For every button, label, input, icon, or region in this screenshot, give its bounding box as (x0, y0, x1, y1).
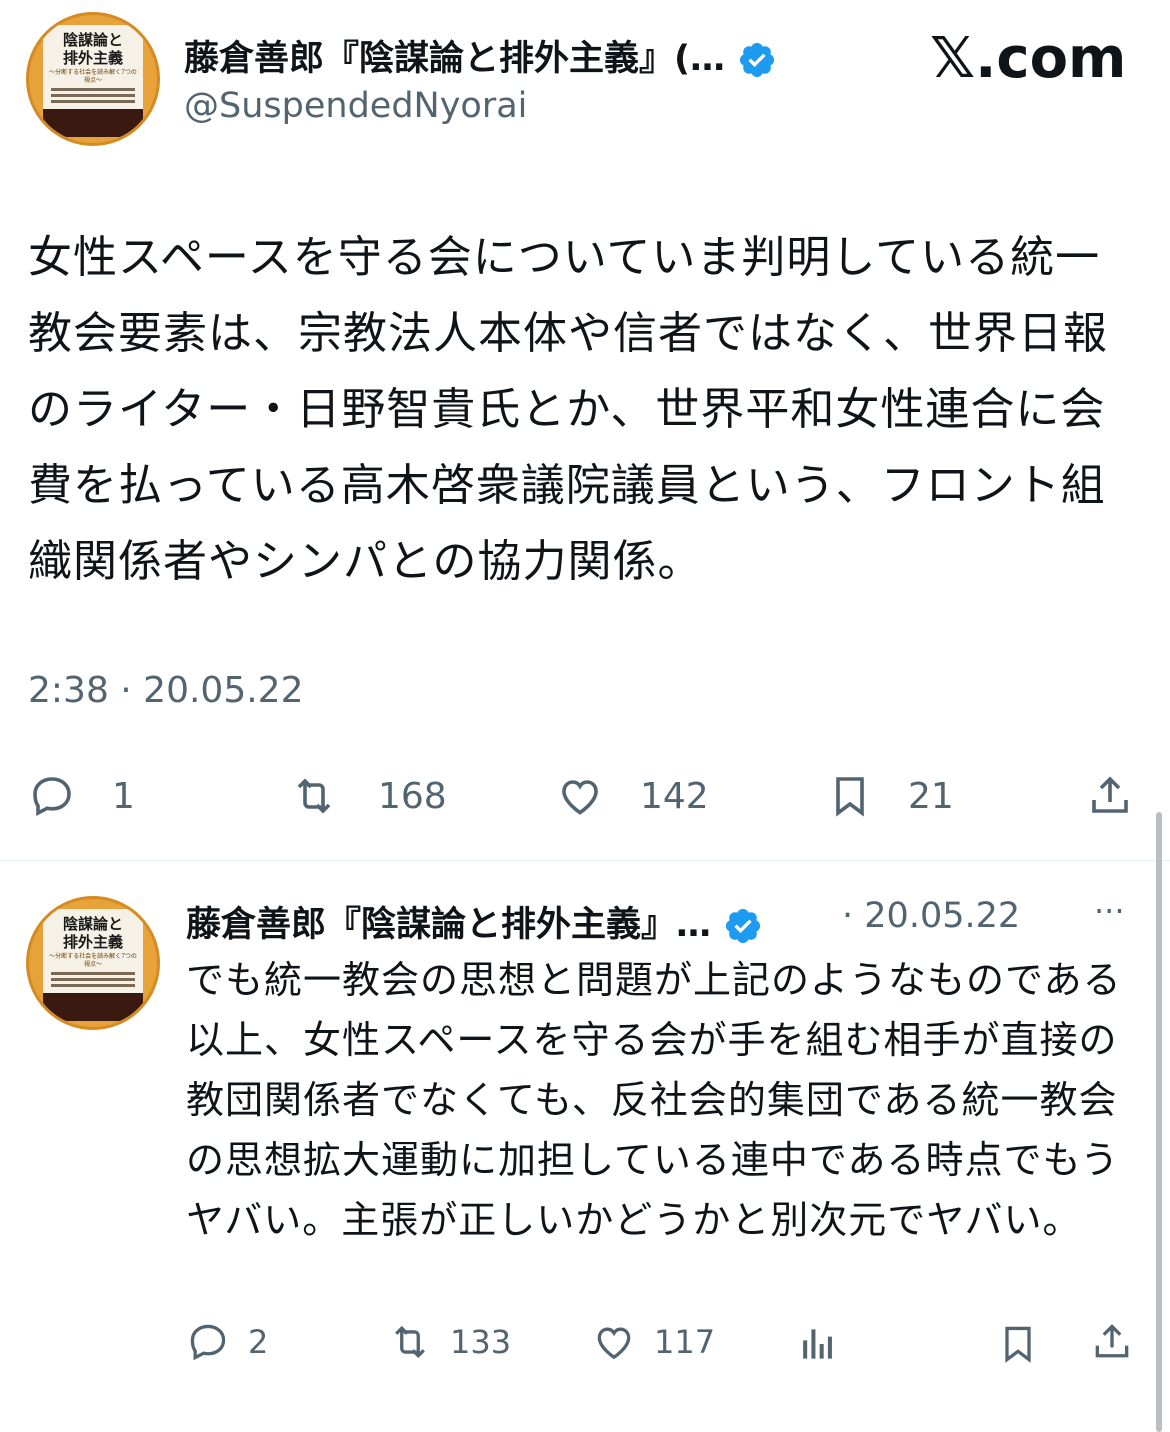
heart-icon (562, 780, 598, 815)
reply-share-button[interactable] (1090, 1320, 1134, 1364)
like-count: 142 (640, 775, 709, 817)
reply-like-count: 117 (654, 1323, 716, 1361)
share-icon (1095, 1324, 1129, 1358)
share-icon (1092, 776, 1128, 813)
cover-title-line1: 陰謀論と (62, 31, 123, 49)
reply-text: でも統一教会の思想と問題が上記のようなものである以上、女性スペースを守る会が手を… (186, 958, 1122, 1242)
reply-reply-button[interactable]: 2 (186, 1320, 268, 1364)
repost-count: 168 (378, 775, 447, 817)
author-name-text: 藤倉善郎『陰謀論と排外主義』(… (184, 39, 725, 79)
author-avatar[interactable]: 陰謀論と 排外主義 〜分断する社会を読み解く7つの視点〜 (26, 12, 160, 146)
cover-title-line2: 排外主義 (62, 933, 123, 951)
reply-repost-button[interactable]: 133 (388, 1320, 511, 1364)
reply-views-button[interactable] (796, 1322, 840, 1366)
reply-author-name[interactable]: 藤倉善郎『陰謀論と排外主義』… (186, 896, 763, 947)
share-button[interactable] (1086, 772, 1134, 820)
reply-bookmark-button[interactable] (996, 1322, 1040, 1366)
cover-bottom-band (43, 109, 143, 137)
tweet-text: 女性スペースを守る会についていま判明している統一教会要素は、宗教法人本体や信者で… (28, 232, 1108, 587)
reply-author-name-text: 藤倉善郎『陰謀論と排外主義』… (186, 905, 712, 945)
reply-icon (190, 1324, 226, 1361)
reply-repost-count: 133 (450, 1323, 512, 1361)
analytics-icon (803, 1329, 832, 1359)
reply-button[interactable]: 1 (28, 772, 135, 820)
reply-like-button[interactable]: 117 (592, 1320, 715, 1364)
date-separator: · (842, 896, 854, 936)
reply-reply-count: 2 (248, 1323, 269, 1361)
repost-icon (297, 778, 331, 814)
reply-count: 1 (112, 775, 135, 817)
repost-button[interactable]: 168 (290, 772, 447, 820)
verified-badge-icon (740, 42, 775, 78)
tweet-divider (0, 860, 1170, 861)
reply-date[interactable]: · 20.05.22 (842, 896, 1020, 936)
like-button[interactable]: 142 (556, 772, 709, 820)
cover-text-lines (43, 972, 143, 987)
book-cover-image: 陰謀論と 排外主義 〜分断する社会を読み解く7つの視点〜 (43, 25, 143, 137)
cover-title-line2: 排外主義 (62, 49, 123, 67)
author-handle[interactable]: @SuspendedNyorai (184, 86, 527, 126)
bookmark-icon (836, 777, 864, 817)
reply-author-avatar[interactable]: 陰謀論と 排外主義 〜分断する社会を読み解く7つの視点〜 (26, 896, 160, 1030)
repost-icon (395, 1325, 425, 1359)
cover-title-line1: 陰謀論と (62, 915, 123, 933)
cover-bottom-band (43, 993, 143, 1021)
verified-badge-icon (726, 908, 761, 944)
more-options-icon[interactable]: ··· (1094, 892, 1125, 930)
cover-text-lines (43, 88, 143, 103)
book-cover-image: 陰謀論と 排外主義 〜分断する社会を読み解く7つの視点〜 (43, 909, 143, 1021)
bookmark-count: 21 (908, 775, 954, 817)
cover-subtitle: 〜分断する社会を読み解く7つの視点〜 (49, 953, 137, 968)
author-name[interactable]: 藤倉善郎『陰謀論と排外主義』(… (184, 30, 777, 81)
tweet-timestamp[interactable]: 2:38 · 20.05.22 (28, 670, 303, 711)
x-com-logo: 𝕏.com (930, 26, 1127, 91)
scrollbar[interactable] (1156, 812, 1162, 1432)
reply-icon (33, 777, 71, 816)
reply-date-text: 20.05.22 (864, 896, 1021, 936)
heart-icon (597, 1327, 631, 1360)
bookmark-button[interactable]: 21 (826, 772, 954, 820)
bookmark-icon (1005, 1326, 1031, 1363)
cover-subtitle: 〜分断する社会を読み解く7つの視点〜 (49, 69, 137, 84)
